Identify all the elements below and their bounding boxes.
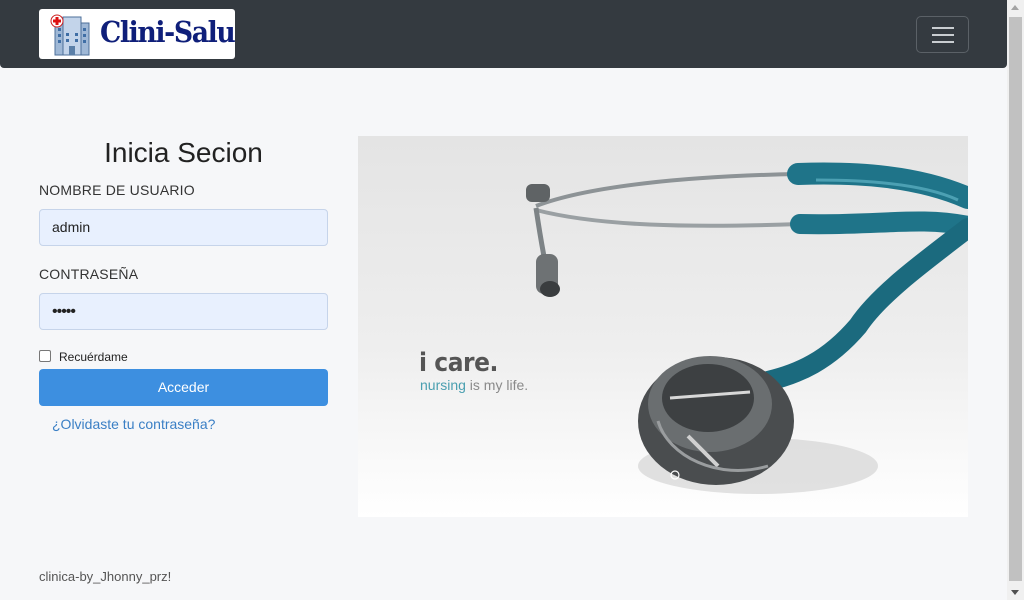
hamburger-menu-icon xyxy=(932,27,954,29)
footer-credit: clinica-by_Jhonny_prz! xyxy=(39,569,172,584)
password-input[interactable]: ••••• xyxy=(39,293,328,330)
brand-logo[interactable]: Clini-Salud xyxy=(39,9,235,59)
hero-tagline: nursing is my life. xyxy=(420,377,528,393)
hero-tagline-highlight: nursing xyxy=(420,377,466,393)
remember-checkbox[interactable] xyxy=(39,350,51,362)
password-label: CONTRASEÑA xyxy=(39,266,139,282)
remember-label[interactable]: Recuérdame xyxy=(59,350,128,364)
hero-headline: i care. xyxy=(419,348,498,378)
username-input[interactable]: admin xyxy=(39,209,328,246)
login-page: Clini-Salud Inicia Secion NOMBRE DE USUA… xyxy=(0,0,1024,600)
hamburger-menu-icon-line xyxy=(932,41,954,43)
stethoscope-illustration xyxy=(526,162,968,494)
top-navbar: Clini-Salud xyxy=(0,0,1007,68)
stethoscope-image: i care. nursing is my life. xyxy=(358,136,968,517)
username-label: NOMBRE DE USUARIO xyxy=(39,182,195,198)
scroll-down-icon[interactable] xyxy=(1011,590,1019,595)
form-title: Inicia Secion xyxy=(104,137,263,168)
navbar-toggle-button[interactable] xyxy=(916,16,969,53)
scroll-up-icon[interactable] xyxy=(1011,5,1019,10)
vertical-scrollbar[interactable] xyxy=(1007,0,1024,600)
forgot-password-link[interactable]: ¿Olvidaste tu contraseña? xyxy=(52,416,215,432)
brand-name: Clini-Salud xyxy=(100,15,235,49)
login-submit-button[interactable]: Acceder xyxy=(39,369,328,406)
hospital-building-icon xyxy=(50,14,90,56)
scrollbar-thumb[interactable] xyxy=(1009,17,1022,581)
hero-tagline-rest: is my life. xyxy=(465,377,529,393)
hamburger-menu-icon-line xyxy=(932,34,954,36)
